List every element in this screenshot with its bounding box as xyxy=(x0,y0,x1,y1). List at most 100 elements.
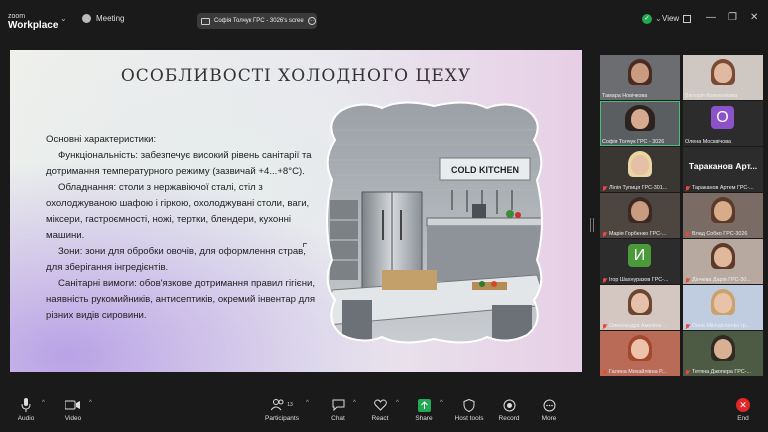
video-label: Video xyxy=(64,415,82,422)
restore-icon[interactable]: ❐ xyxy=(728,12,737,23)
participant-tile[interactable]: Тараканов Арт... Тараканов Артем ГРС-... xyxy=(683,147,763,192)
participant-name: Влад Собко ГРС-3026 xyxy=(685,231,761,237)
participant-tile[interactable]: Daria Mikhalchenko гр... xyxy=(683,285,763,330)
participant-face xyxy=(714,63,732,83)
participant-avatar: О xyxy=(711,106,734,129)
meeting-menu[interactable]: Meeting xyxy=(82,14,124,23)
participant-tile-active-speaker[interactable]: Софія Толчук ГРС - 3026 xyxy=(600,101,680,146)
end-x-icon: ✕ xyxy=(736,398,750,412)
mic-muted-icon xyxy=(602,185,607,191)
mic-muted-icon xyxy=(685,185,690,191)
participant-name: Олександра Амеліна ... xyxy=(602,323,678,329)
minimize-icon[interactable]: — xyxy=(706,12,716,23)
participant-tile[interactable]: Марія Горбенко ГРС-... xyxy=(600,193,680,238)
video-button[interactable]: Video xyxy=(53,396,93,422)
kitchen-image: COLD KITCHEN xyxy=(326,101,543,344)
participant-name: Ігор Шахнуразов ГРС-... xyxy=(602,277,678,283)
mic-muted-icon xyxy=(685,323,690,329)
participant-name: Галина Михайлівна Р... xyxy=(602,369,678,375)
chevron-up-icon[interactable]: ^ xyxy=(89,400,92,406)
share-title: Софія Толчук ГРС - 3026's scree xyxy=(214,18,304,24)
host-tools-button[interactable]: Host tools xyxy=(449,396,489,422)
chevron-down-icon[interactable]: ⌄ xyxy=(60,14,67,23)
mic-muted-icon xyxy=(685,277,690,283)
image-sign-text: COLD KITCHEN xyxy=(451,165,519,175)
end-button[interactable]: ✕ End xyxy=(723,396,763,422)
more-icon[interactable]: ··· xyxy=(307,17,316,25)
mic-muted-icon xyxy=(685,231,690,237)
slide-paragraph: Основні характеристики: xyxy=(46,134,157,145)
participant-tile[interactable]: Вікторія Кожевнікова xyxy=(683,55,763,100)
logo-workplace-text: Workplace xyxy=(8,20,59,31)
shield-check-icon[interactable]: ✓ xyxy=(642,14,652,24)
participant-face xyxy=(631,155,649,175)
audio-button[interactable]: Audio xyxy=(6,396,46,422)
audio-label: Audio xyxy=(17,415,35,422)
participant-tile[interactable]: Олександра Амеліна ... xyxy=(600,285,680,330)
participant-face xyxy=(631,293,649,313)
participant-name: Тетяна Джопера ГРС-... xyxy=(685,369,761,375)
screen-share-indicator[interactable]: Софія Толчук ГРС - 3026's scree ··· xyxy=(197,13,317,29)
record-label: Record xyxy=(498,415,520,422)
mic-muted-icon xyxy=(602,323,607,329)
chat-button[interactable]: Chat xyxy=(318,396,358,422)
react-button[interactable]: React xyxy=(360,396,400,422)
chevron-up-icon[interactable]: ^ xyxy=(353,400,356,406)
participant-display-name: Тараканов Арт... xyxy=(688,161,758,171)
grid-icon[interactable] xyxy=(683,15,691,23)
slide-paragraph: Зони: зони для обробки овочів, для оформ… xyxy=(46,246,306,273)
chevron-up-icon[interactable]: ^ xyxy=(306,400,309,406)
panel-resize-handle[interactable] xyxy=(590,218,594,232)
participant-tile[interactable]: Лілія Тупиця ГРС-301... xyxy=(600,147,680,192)
close-icon[interactable]: ✕ xyxy=(750,12,758,23)
react-label: React xyxy=(371,415,389,422)
participant-tile[interactable]: Тамара Новічкова xyxy=(600,55,680,100)
paw-icon xyxy=(82,14,91,23)
participant-tile[interactable]: Галина Михайлівна Р... xyxy=(600,331,680,376)
more-button[interactable]: More xyxy=(529,396,569,422)
end-label: End xyxy=(737,415,749,422)
more-label: More xyxy=(541,415,557,422)
record-button[interactable]: Record xyxy=(489,396,529,422)
participant-tile[interactable]: Дінчева Дарія ГРС-30... xyxy=(683,239,763,284)
participant-face xyxy=(714,339,732,359)
participant-tile[interactable]: Тетяна Джопера ГРС-... xyxy=(683,331,763,376)
participant-name: Тараканов Артем ГРС-... xyxy=(685,185,761,191)
chat-label: Chat xyxy=(331,415,345,422)
participant-face xyxy=(631,339,649,359)
slide-paragraph: Функціональність: забезпечує високий рів… xyxy=(46,150,312,177)
monitor-icon xyxy=(201,17,210,25)
zoom-logo[interactable]: zoom Workplace xyxy=(8,12,59,31)
participants-button[interactable]: 13 Participants xyxy=(262,396,302,422)
participant-name: Софія Толчук ГРС - 3026 xyxy=(602,139,665,145)
participant-name: Лілія Тупиця ГРС-301... xyxy=(602,185,678,191)
chevron-up-icon[interactable]: ^ xyxy=(42,400,45,406)
participants-label: Participants xyxy=(265,415,299,422)
title-bar: zoom Workplace ⌄ Meeting Софія Толчук ГР… xyxy=(0,0,768,40)
meeting-toolbar: Audio ^ Video ^ 13 Participants ^ Chat ^… xyxy=(0,392,768,432)
chat-icon xyxy=(332,399,344,411)
shared-screen: ОСОБЛИВОСТІ ХОЛОДНОГО ЦЕХУ Основні харак… xyxy=(10,50,582,372)
participant-tile[interactable]: И Ігор Шахнуразов ГРС-... xyxy=(600,239,680,284)
participant-name: Вікторія Кожевнікова xyxy=(685,93,738,99)
share-button[interactable]: Share xyxy=(404,396,444,422)
chevron-up-icon[interactable]: ^ xyxy=(440,400,443,406)
participant-tile[interactable]: Влад Собко ГРС-3026 xyxy=(683,193,763,238)
participant-tile[interactable]: О Олена Москвічова xyxy=(683,101,763,146)
shield-icon xyxy=(463,398,475,412)
chevron-down-icon[interactable]: ⌄ xyxy=(655,14,662,23)
slide-paragraph: Обладнання: столи з нержавіючої сталі, с… xyxy=(46,182,310,241)
view-label[interactable]: View xyxy=(662,14,679,23)
record-icon xyxy=(503,399,515,411)
mouse-cursor xyxy=(303,243,307,247)
participant-face xyxy=(714,201,732,221)
chevron-up-icon[interactable]: ^ xyxy=(396,400,399,406)
host-tools-label: Host tools xyxy=(454,415,484,422)
camera-icon xyxy=(65,400,80,410)
slide-title: ОСОБЛИВОСТІ ХОЛОДНОГО ЦЕХУ xyxy=(120,66,472,86)
participant-face xyxy=(714,247,732,267)
participant-face xyxy=(714,293,732,313)
mic-muted-icon xyxy=(685,369,690,375)
presentation-slide: ОСОБЛИВОСТІ ХОЛОДНОГО ЦЕХУ Основні харак… xyxy=(10,50,582,372)
slide-body: Основні характеристики: Функціональність… xyxy=(46,132,321,324)
